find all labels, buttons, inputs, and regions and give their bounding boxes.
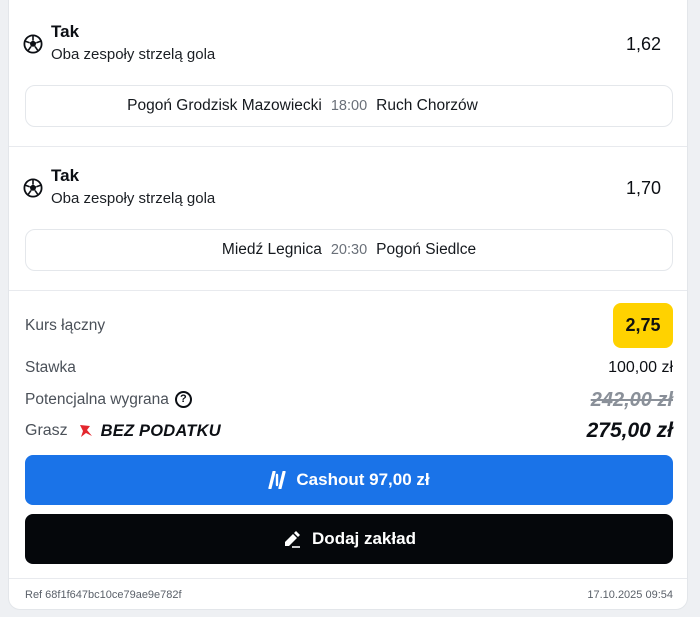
match-time: 20:30: [330, 242, 368, 258]
potential-win-label-wrap: Potencjalna wygrana?: [25, 391, 192, 409]
market-label: Oba zespoły strzelą gola: [51, 190, 216, 207]
stake-label: Stawka: [25, 359, 76, 376]
home-team: Miedź Legnica: [221, 241, 322, 258]
pick-label: Tak: [51, 166, 80, 185]
soccer-ball-icon: [23, 34, 43, 54]
stake-value: 100,00 zł: [608, 359, 673, 376]
odd-value: 1,62: [625, 34, 661, 54]
reference-id: Ref 68f1f647bc10ce79ae9e782f: [25, 589, 182, 601]
tax-free-logo-icon: [79, 425, 92, 437]
total-odds-label: Kurs łączny: [25, 316, 106, 334]
stake-row: Stawka 100,00 zł: [25, 357, 673, 379]
match-info[interactable]: Pogoń Grodzisk Mazowiecki 18:00 Ruch Cho…: [25, 85, 673, 127]
away-team: Pogoń Siedlce: [376, 241, 477, 258]
potential-win-old: 242,00 zł: [590, 388, 673, 411]
edit-ticket-icon: [285, 531, 301, 548]
selection-item: Tak Oba zespoły strzelą gola 1,62 Pogoń …: [9, 0, 687, 147]
help-icon[interactable]: ?: [174, 391, 192, 409]
add-bet-button[interactable]: Dodaj zakład: [25, 514, 673, 564]
cashout-label: Cashout 97,00 zł: [296, 470, 430, 489]
play-wrap: Grasz BEZ PODATKU: [25, 422, 221, 441]
potential-win-label: Potencjalna wygrana: [25, 391, 169, 408]
slip-datetime: 17.10.2025 09:54: [587, 589, 673, 601]
bet-slip-card: Tak Oba zespoły strzelą gola 1,62 Pogoń …: [8, 0, 688, 610]
play-label: Grasz: [25, 422, 68, 439]
add-bet-label: Dodaj zakład: [312, 529, 416, 548]
away-team: Ruch Chorzów: [376, 97, 478, 114]
market-label: Oba zespoły strzelą gola: [51, 46, 216, 63]
cashout-button[interactable]: Cashout 97,00 zł: [25, 455, 673, 505]
selection-item: Tak Oba zespoły strzelą gola 1,70 Miedź …: [9, 147, 687, 291]
slip-footer: Ref 68f1f647bc10ce79ae9e782f 17.10.2025 …: [9, 578, 687, 609]
potential-win-new: 275,00 zł: [586, 419, 673, 442]
total-odds-row: Kurs łączny 2,75: [25, 303, 673, 348]
selection-header: Tak Oba zespoły strzelą gola 1,62: [23, 20, 673, 80]
match-info[interactable]: Miedź Legnica 20:30 Pogoń Siedlce: [25, 229, 673, 271]
cashout-icon: [268, 471, 286, 489]
tax-free-row: Grasz BEZ PODATKU 275,00 zł: [25, 418, 673, 444]
selection-header: Tak Oba zespoły strzelą gola 1,70: [23, 164, 673, 224]
potential-win-row: Potencjalna wygrana? 242,00 zł: [25, 388, 673, 412]
match-time: 18:00: [330, 98, 368, 114]
tax-free-badge: BEZ PODATKU: [78, 422, 221, 441]
tax-free-label: BEZ PODATKU: [100, 421, 221, 440]
pick-label: Tak: [51, 22, 80, 41]
total-odds-badge: 2,75: [613, 303, 673, 348]
odd-value: 1,70: [625, 178, 661, 198]
home-team: Pogoń Grodzisk Mazowiecki: [127, 97, 322, 114]
soccer-ball-icon: [23, 178, 43, 198]
